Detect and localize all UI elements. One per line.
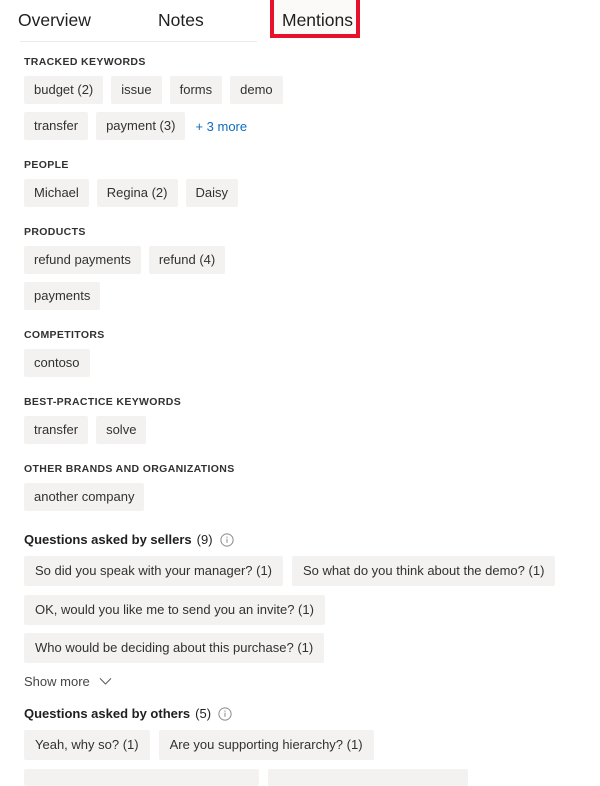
person-pill[interactable]: Regina (2)	[96, 179, 178, 207]
section-people: PEOPLE Michael Regina (2) Daisy	[0, 159, 600, 207]
questions-others-heading: Questions asked by others (5)	[24, 706, 600, 721]
keyword-pill[interactable]: demo	[230, 76, 283, 104]
questions-sellers-heading: Questions asked by sellers (9)	[24, 532, 600, 547]
product-pill[interactable]: refund payments	[24, 246, 141, 274]
pill-row: Michael Regina (2) Daisy	[24, 179, 600, 207]
section-heading: COMPETITORS	[24, 329, 105, 341]
section-tracked-keywords: TRACKED KEYWORDS budget (2) issue forms …	[0, 56, 600, 140]
product-pill[interactable]: refund (4)	[148, 246, 226, 274]
pill-row: contoso	[24, 349, 600, 377]
info-icon[interactable]	[219, 532, 234, 547]
keyword-pill[interactable]: issue	[111, 76, 162, 104]
best-practice-pill[interactable]: solve	[96, 416, 147, 444]
section-heading: PEOPLE	[24, 159, 69, 171]
section-questions-others: Questions asked by others (5) Yeah, why …	[0, 706, 600, 786]
section-heading: BEST-PRACTICE KEYWORDS	[24, 396, 182, 408]
section-heading: PRODUCTS	[24, 226, 86, 238]
section-heading: TRACKED KEYWORDS	[24, 56, 146, 68]
questions-sellers-count: (9)	[196, 532, 213, 547]
tab-strip: Overview Notes Mentions	[0, 0, 600, 44]
pill-row: transfer solve	[24, 416, 600, 444]
keyword-pill[interactable]: forms	[169, 76, 223, 104]
section-other-brands: OTHER BRANDS AND ORGANIZATIONS another c…	[0, 463, 600, 511]
pill-row: transfer payment (3) + 3 more	[24, 112, 600, 140]
show-more-label: Show more	[24, 674, 90, 689]
best-practice-pill[interactable]: transfer	[24, 416, 89, 444]
question-pill[interactable]	[268, 769, 468, 786]
keyword-pill[interactable]: budget (2)	[24, 76, 104, 104]
person-pill[interactable]: Daisy	[185, 179, 239, 207]
pill-row: refund payments refund (4)	[24, 246, 600, 274]
brand-pill[interactable]: another company	[24, 483, 145, 511]
question-pill[interactable]	[24, 769, 259, 786]
tab-mentions[interactable]: Mentions	[282, 0, 353, 30]
section-products: PRODUCTS refund payments refund (4) paym…	[0, 226, 600, 310]
keyword-pill[interactable]: transfer	[24, 112, 89, 140]
info-icon[interactable]	[218, 706, 232, 721]
question-pill[interactable]: Yeah, why so? (1)	[24, 730, 150, 760]
pill-row: payments	[24, 282, 600, 310]
pill-row: budget (2) issue forms demo	[24, 76, 600, 104]
show-more-keywords-link[interactable]: + 3 more	[193, 120, 249, 133]
product-pill[interactable]: payments	[24, 282, 101, 310]
question-pill[interactable]: So what do you think about the demo? (1)	[292, 556, 556, 586]
section-best-practice-keywords: BEST-PRACTICE KEYWORDS transfer solve	[0, 396, 600, 444]
section-competitors: COMPETITORS contoso	[0, 329, 600, 377]
section-heading: OTHER BRANDS AND ORGANIZATIONS	[24, 463, 235, 475]
show-more-button[interactable]: Show more	[24, 674, 112, 689]
mentions-panel: TRACKED KEYWORDS budget (2) issue forms …	[0, 56, 600, 786]
tab-notes[interactable]: Notes	[158, 0, 204, 30]
question-pill[interactable]: Who would be deciding about this purchas…	[24, 633, 325, 663]
chevron-down-icon	[99, 677, 112, 686]
question-pill-row: OK, would you like me to send you an inv…	[24, 595, 600, 663]
questions-sellers-title: Questions asked by sellers	[24, 532, 192, 547]
keyword-pill[interactable]: payment (3)	[96, 112, 186, 140]
question-pill[interactable]: So did you speak with your manager? (1)	[24, 556, 284, 586]
question-pill-row: So did you speak with your manager? (1) …	[24, 556, 600, 586]
tab-overview[interactable]: Overview	[18, 0, 91, 30]
question-pill[interactable]: OK, would you like me to send you an inv…	[24, 595, 325, 625]
pill-row: another company	[24, 483, 600, 511]
tab-divider	[20, 41, 257, 42]
section-questions-sellers: Questions asked by sellers (9) So did yo…	[0, 532, 600, 689]
questions-others-count: (5)	[195, 706, 212, 721]
competitor-pill[interactable]: contoso	[24, 349, 90, 377]
questions-others-title: Questions asked by others	[24, 706, 191, 721]
question-pill-row: Yeah, why so? (1) Are you supporting hie…	[24, 730, 600, 760]
question-pill[interactable]: Are you supporting hierarchy? (1)	[158, 730, 374, 760]
person-pill[interactable]: Michael	[24, 179, 89, 207]
question-pill-row-partial	[24, 769, 600, 786]
